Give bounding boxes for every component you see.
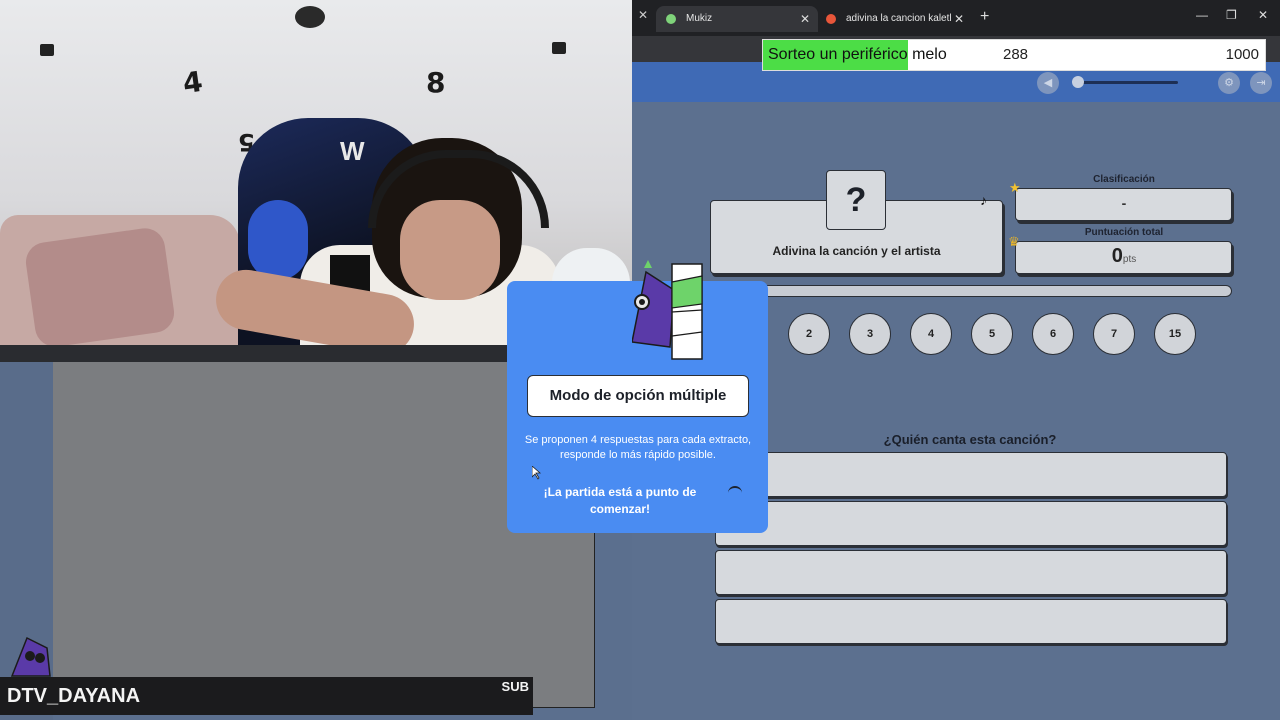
close-tab-icon[interactable]: ✕ bbox=[638, 8, 648, 22]
round-progress-bar bbox=[710, 285, 1232, 297]
volume-slider[interactable] bbox=[1074, 81, 1178, 84]
mascot-icon bbox=[10, 636, 51, 677]
answer-option[interactable] bbox=[715, 550, 1227, 595]
donation-goal: 1000 bbox=[1225, 46, 1259, 63]
modal-starting-text: ¡La partida está a punto de comenzar! bbox=[543, 485, 697, 516]
wall-hook bbox=[40, 44, 54, 56]
trophy-icon: ♛ bbox=[1008, 234, 1020, 249]
close-tab-icon[interactable]: ✕ bbox=[800, 6, 810, 32]
chair-side-panel bbox=[248, 200, 308, 280]
mukiz-favicon-icon bbox=[666, 14, 676, 24]
score-unit: pts bbox=[1122, 254, 1137, 265]
music-note-icon: ♪ bbox=[980, 192, 987, 208]
streamer-username: DTV_DAYANA bbox=[7, 685, 141, 707]
volume-slider-handle[interactable] bbox=[1072, 76, 1084, 88]
tab-mukiz[interactable]: Mukiz ✕ bbox=[656, 6, 818, 32]
sub-badge: SUB bbox=[501, 679, 529, 694]
maximize-button[interactable]: ❐ bbox=[1226, 8, 1237, 22]
tab-title: Mukiz bbox=[686, 13, 713, 24]
ranking-title: Clasificación bbox=[1093, 174, 1155, 185]
exit-icon[interactable]: ⇥ bbox=[1250, 72, 1272, 94]
wall-number: 4 bbox=[180, 64, 205, 101]
wall-number: 8 bbox=[426, 66, 446, 99]
mouse-cursor-icon bbox=[532, 466, 542, 480]
donation-current: 288 bbox=[1003, 46, 1029, 63]
round-indicator: 3 bbox=[849, 313, 891, 355]
question-text: ¿Quién canta esta canción? bbox=[883, 432, 1057, 447]
round-indicator: 7 bbox=[1093, 313, 1135, 355]
loading-spinner-icon bbox=[728, 486, 742, 500]
modal-title: Modo de opción múltiple bbox=[527, 375, 749, 417]
mystery-cover: ? bbox=[826, 170, 886, 230]
round-indicator: 6 bbox=[1032, 313, 1074, 355]
streamer-name-bar: DTV_DAYANA SUB bbox=[0, 677, 533, 715]
round-indicator: 5 bbox=[971, 313, 1013, 355]
round-indicator: 4 bbox=[910, 313, 952, 355]
answer-option[interactable] bbox=[715, 599, 1227, 644]
ranking-value: - bbox=[1121, 195, 1127, 211]
donation-goal-bar: Sorteo un periférico melo 288 1000 bbox=[762, 39, 1266, 71]
tab-title: adivina la cancion kaleth - Brave bbox=[846, 13, 951, 24]
answer-option[interactable] bbox=[715, 501, 1227, 546]
chair-logo: W bbox=[340, 136, 365, 166]
score-display: 0pts bbox=[1015, 241, 1233, 275]
tab-search[interactable]: adivina la cancion kaleth - Brave ✕ bbox=[816, 6, 972, 32]
star-icon: ★ bbox=[1009, 180, 1021, 195]
close-tab-icon[interactable]: ✕ bbox=[954, 6, 964, 32]
answer-option[interactable] bbox=[715, 452, 1227, 497]
donation-label: Sorteo un periférico melo bbox=[768, 46, 947, 63]
modal-description: Se proponen 4 respuestas para cada extra… bbox=[524, 434, 752, 461]
wall-clock-icon bbox=[295, 6, 325, 28]
score-value: 0 bbox=[1111, 245, 1123, 267]
search-favicon-icon bbox=[826, 14, 836, 24]
minimize-button[interactable]: — bbox=[1196, 8, 1208, 22]
song-prompt: Adivina la canción y el artista bbox=[772, 244, 941, 258]
browser-tab-strip: ✕ Mukiz ✕ adivina la cancion kaleth - Br… bbox=[632, 0, 1280, 36]
round-indicator: 15 bbox=[1154, 313, 1196, 355]
window-close-button[interactable]: ✕ bbox=[1258, 8, 1268, 22]
mute-icon[interactable]: ◀ bbox=[1037, 72, 1059, 94]
pillow bbox=[23, 225, 177, 350]
wall-hook bbox=[552, 42, 566, 54]
round-indicator: 2 bbox=[788, 313, 830, 355]
score-title: Puntuación total bbox=[1084, 227, 1164, 238]
settings-icon[interactable]: ⚙ bbox=[1218, 72, 1240, 94]
mascot-icon bbox=[632, 260, 703, 360]
new-tab-button[interactable]: + bbox=[980, 8, 989, 26]
